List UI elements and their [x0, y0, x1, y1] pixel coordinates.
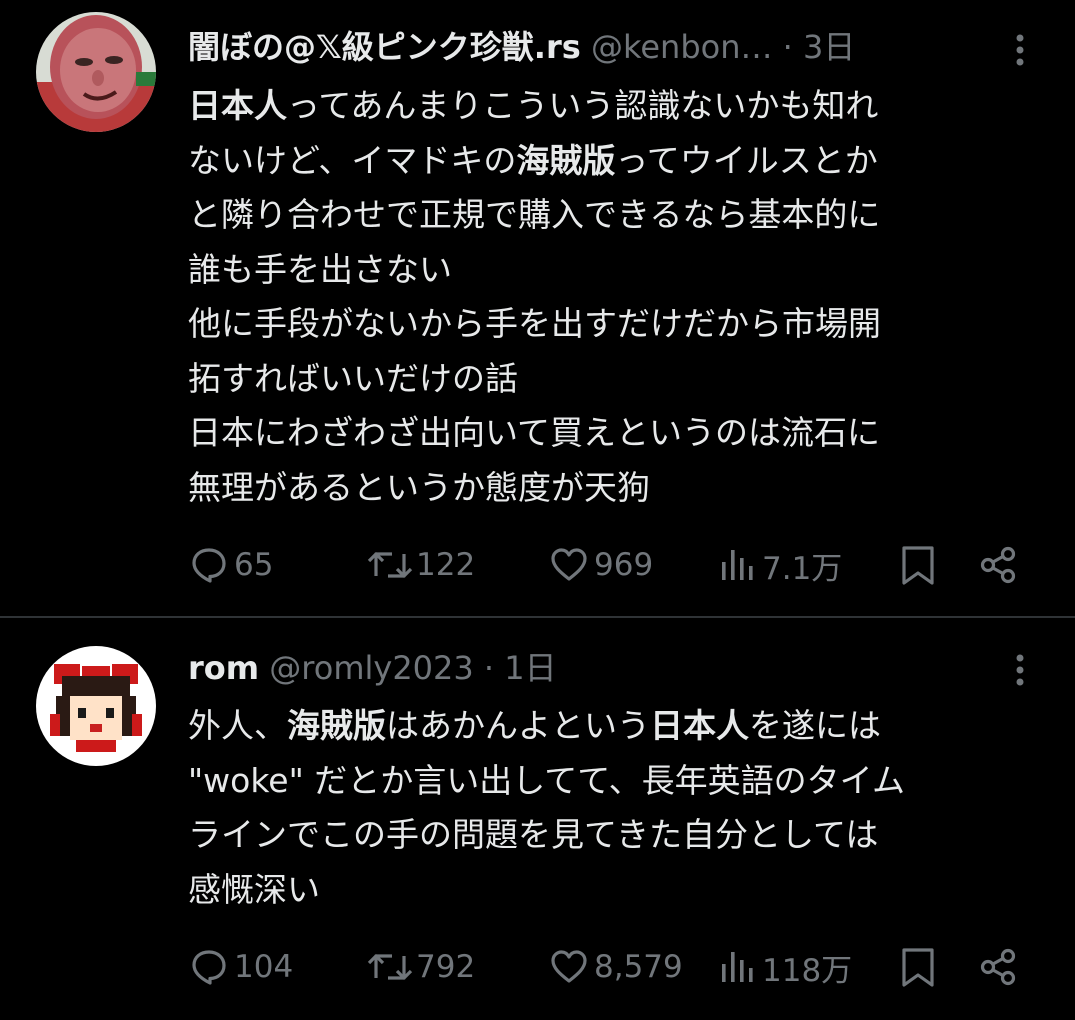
text-line: と隣り合わせで正規で購入できるなら基本的に: [188, 195, 881, 234]
like-button[interactable]: 8,579: [548, 942, 683, 992]
reply-button[interactable]: 65: [188, 540, 273, 590]
analytics-icon: [722, 550, 753, 580]
text-line: 感慨深い: [188, 869, 320, 909]
more-options-icon[interactable]: [1008, 646, 1032, 690]
reply-icon: [192, 950, 226, 985]
bookmark-button[interactable]: [898, 540, 938, 590]
bookmark-button[interactable]: [898, 942, 938, 992]
tweet-text: 外人、海賊版はあかんよという日本人を遂には "woke" だとか言い出してて、長…: [188, 699, 1048, 917]
repost-icon: [367, 552, 413, 578]
repost-count: 792: [416, 949, 476, 985]
avatar[interactable]: [36, 12, 156, 132]
tweet-header: 闇ぼの@𝕏級ピンク珍獣.rs @kenbon… · 3日: [188, 25, 855, 69]
user-handle[interactable]: @romly2023: [269, 649, 473, 687]
share-button[interactable]: [978, 540, 1022, 590]
text-line: 誰も手を出さない: [188, 249, 452, 289]
like-button[interactable]: 969: [548, 540, 653, 590]
text-line: 外人、海賊版はあかんよという日本人を遂には: [188, 699, 1048, 754]
heart-icon: [551, 950, 587, 983]
text-line: ラインでこの手の問題を見てきた自分としては: [188, 815, 879, 854]
text-line: ないけど、イマドキの海賊版ってウイルスとか: [188, 134, 1048, 189]
text-span: を遂には: [749, 706, 881, 745]
tweet[interactable]: 闇ぼの@𝕏級ピンク珍獣.rs @kenbon… · 3日 日本人ってあんまりこう…: [0, 0, 1075, 616]
analytics-icon: [722, 952, 753, 982]
views-button[interactable]: 118万: [718, 942, 852, 992]
heart-icon: [551, 548, 587, 581]
share-button[interactable]: [978, 942, 1022, 992]
timestamp[interactable]: 1日: [504, 649, 556, 687]
text-line: 日本人ってあんまりこういう認識ないかも知れ: [188, 79, 1048, 134]
bold-term: 日本人: [188, 86, 287, 125]
text-line: 他に手段がないから手を出すだけだから市場開: [188, 304, 881, 343]
pixel-character-avatar-icon: [36, 646, 156, 766]
text-line: "woke" だとか言い出してて、長年英語のタイム: [188, 760, 905, 800]
text-span: ないけど、イマドキの: [188, 140, 517, 180]
reply-button[interactable]: 104: [188, 942, 293, 992]
action-bar: 104 792 8,579 118万: [0, 942, 1075, 992]
action-bar: 65 122 969 7.1万: [0, 540, 1075, 590]
reply-icon: [192, 548, 226, 583]
separator: ·: [483, 649, 495, 687]
timestamp[interactable]: 3日: [803, 28, 855, 66]
share-icon: [980, 948, 1016, 986]
tweet-text: 日本人ってあんまりこういう認識ないかも知れ ないけど、イマドキの海賊版ってウイル…: [188, 79, 1048, 515]
text-span: ってあんまりこういう認識ないかも知れ: [287, 86, 879, 125]
user-handle[interactable]: @kenbon…: [591, 28, 773, 66]
separator: ·: [782, 28, 793, 66]
text-span: ってウイルスとか: [615, 140, 878, 180]
tweet-header: rom @romly2023 · 1日: [188, 646, 557, 690]
more-options-icon[interactable]: [1008, 28, 1032, 72]
like-count: 8,579: [594, 949, 683, 985]
text-line: 日本にわざわざ出向いて買えというのは流石に: [188, 413, 881, 452]
text-span: はあかんよという: [386, 706, 650, 745]
views-button[interactable]: 7.1万: [718, 540, 842, 590]
bookmark-icon: [902, 546, 934, 585]
repost-icon: [367, 954, 413, 980]
reply-count: 104: [234, 949, 294, 985]
repost-button[interactable]: 792: [366, 942, 475, 992]
repost-count: 122: [416, 547, 476, 583]
bold-term: 海賊版: [516, 140, 616, 180]
like-count: 969: [594, 547, 654, 583]
display-name[interactable]: rom: [188, 649, 259, 687]
share-icon: [980, 546, 1016, 584]
bold-term: 日本人: [650, 706, 749, 745]
tweet[interactable]: rom @romly2023 · 1日 外人、海賊版はあかんよという日本人を遂に…: [0, 618, 1075, 1020]
view-count: 7.1万: [762, 550, 843, 587]
text-span: 外人、: [188, 706, 287, 745]
bookmark-icon: [902, 948, 934, 987]
bold-term: 海賊版: [287, 706, 386, 745]
text-line: 拓すればいいだけの話: [188, 358, 518, 398]
avatar[interactable]: [36, 646, 156, 766]
face-photo-avatar-icon: [36, 12, 156, 132]
reply-count: 65: [234, 547, 274, 583]
repost-button[interactable]: 122: [366, 540, 475, 590]
text-line: 無理があるというか態度が天狗: [188, 467, 650, 507]
display-name[interactable]: 闇ぼの@𝕏級ピンク珍獣.rs: [188, 28, 581, 66]
view-count: 118万: [762, 952, 853, 989]
